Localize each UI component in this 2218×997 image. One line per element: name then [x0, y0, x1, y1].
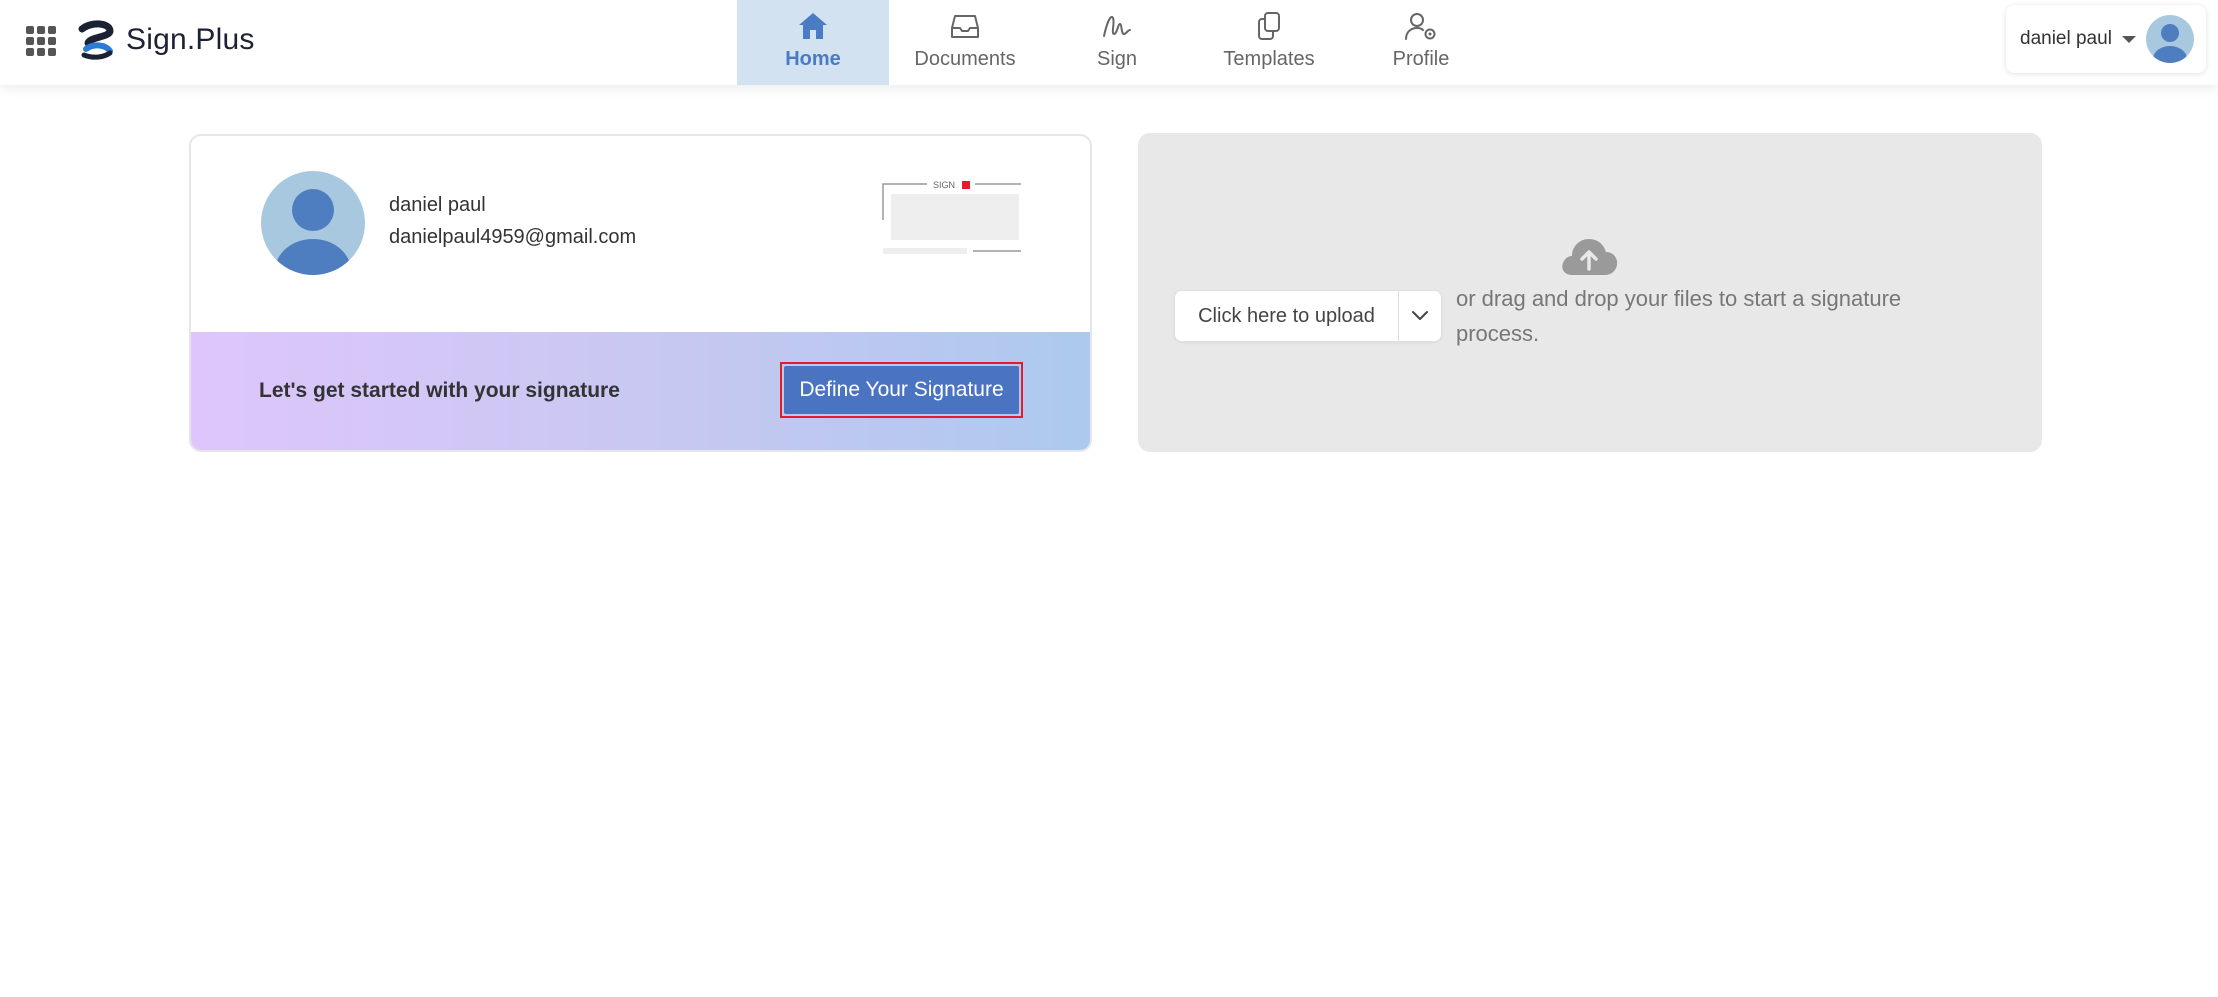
- nav-home-label: Home: [785, 48, 841, 70]
- upload-dropzone[interactable]: Click here to upload or drag and drop yo…: [1138, 133, 2042, 452]
- sign-plus-logo-icon: [78, 20, 114, 60]
- define-signature-label: Define Your Signature: [784, 366, 1019, 414]
- nav-sign[interactable]: Sign: [1041, 0, 1193, 85]
- signature-icon: [1099, 8, 1135, 44]
- nav-templates-label: Templates: [1223, 48, 1315, 70]
- upload-button[interactable]: Click here to upload: [1175, 291, 1399, 341]
- brand-logo[interactable]: Sign.Plus: [76, 18, 255, 62]
- upload-button-group: Click here to upload: [1174, 290, 1442, 342]
- banner-text: Let's get started with your signature: [259, 379, 620, 402]
- main-nav: Home Documents Sign Templates Profile: [737, 0, 1497, 85]
- profile-email: danielpaul4959@gmail.com: [389, 226, 637, 248]
- copy-icon: [1251, 8, 1287, 44]
- signature-banner: Let's get started with your signature De…: [191, 332, 1090, 450]
- profile-name: daniel paul: [389, 194, 486, 216]
- nav-profile-label: Profile: [1392, 48, 1450, 70]
- nav-documents-label: Documents: [914, 48, 1016, 70]
- signature-preview-icon: SIGN: [882, 180, 1021, 254]
- nav-home[interactable]: Home: [737, 0, 889, 85]
- chevron-down-icon: [1412, 311, 1428, 320]
- signature-preview-label: SIGN: [933, 180, 955, 190]
- profile-card: daniel paul danielpaul4959@gmail.com SIG…: [189, 134, 1092, 452]
- avatar: [2145, 15, 2194, 63]
- user-settings-icon: [1403, 8, 1439, 44]
- nav-sign-label: Sign: [1096, 48, 1138, 70]
- home-icon: [795, 8, 831, 44]
- profile-avatar: [261, 171, 365, 275]
- top-navigation-bar: Sign.Plus Home Documents Sign Templates: [0, 0, 2218, 85]
- nav-profile[interactable]: Profile: [1345, 0, 1497, 85]
- caret-down-icon: [2121, 35, 2136, 43]
- user-menu[interactable]: daniel paul: [2006, 5, 2206, 73]
- user-menu-name: daniel paul: [2020, 28, 2112, 49]
- upload-options-dropdown[interactable]: [1399, 291, 1441, 341]
- cloud-upload-icon: [1562, 239, 1618, 275]
- inbox-icon: [947, 8, 983, 44]
- app-grid-icon[interactable]: [26, 26, 56, 56]
- upload-hint: or drag and drop your files to start a s…: [1456, 286, 1902, 346]
- nav-templates[interactable]: Templates: [1193, 0, 1345, 85]
- nav-documents[interactable]: Documents: [889, 0, 1041, 85]
- brand-name: Sign.Plus: [126, 23, 255, 56]
- define-signature-button[interactable]: Define Your Signature: [780, 362, 1023, 418]
